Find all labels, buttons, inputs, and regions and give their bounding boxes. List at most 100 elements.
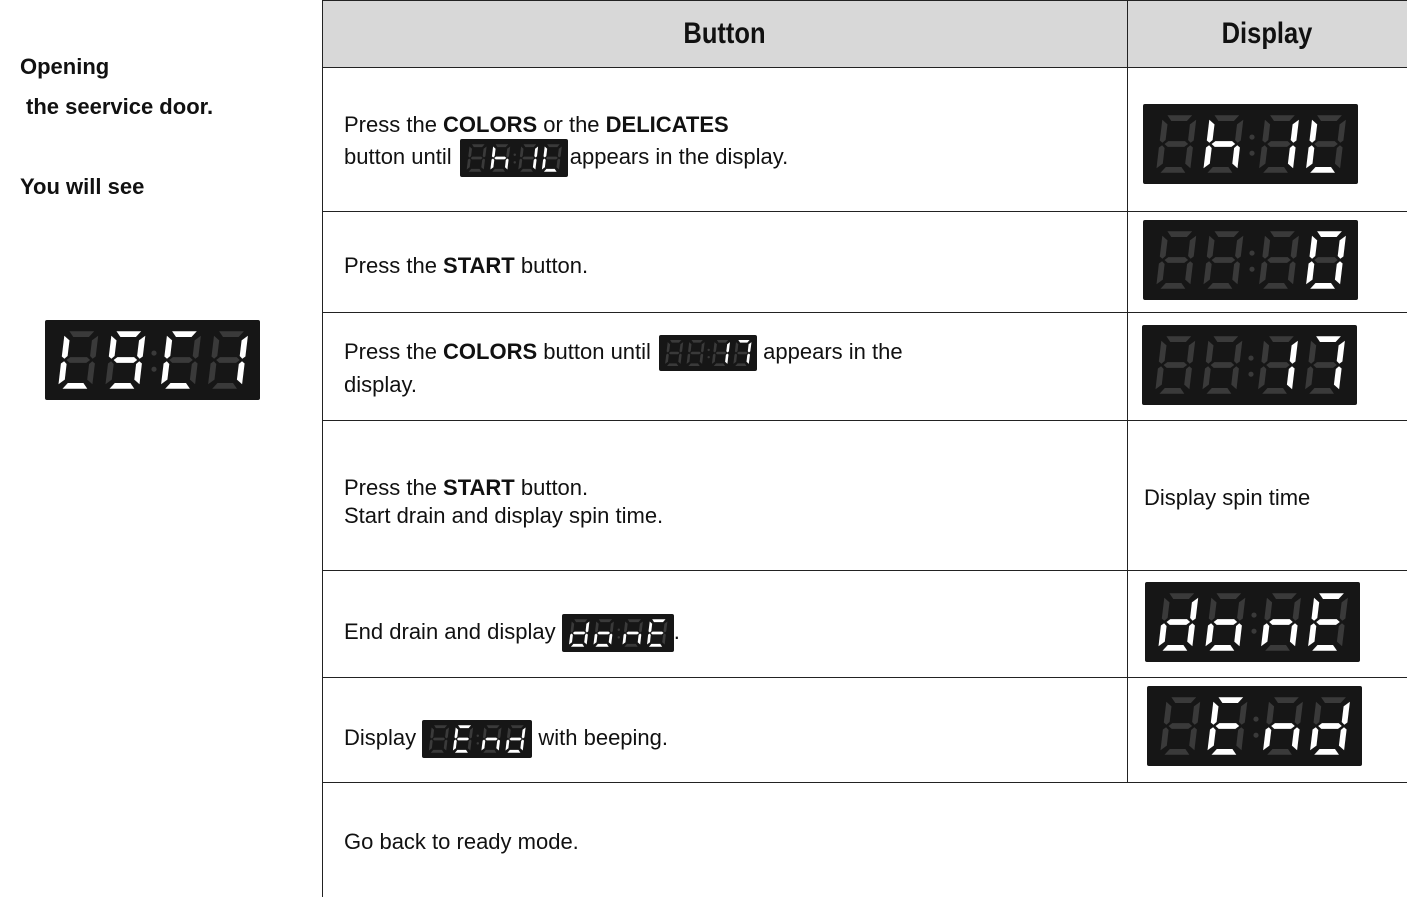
led-segment [108,335,117,359]
row-divider [322,677,1407,678]
led-segment [90,335,99,359]
led-segment [1207,283,1233,289]
led-segment [737,351,748,355]
led-segment [1336,340,1345,364]
led-segment [211,335,220,359]
led-segment [691,340,703,343]
led-segment [468,168,482,172]
led-segment [546,144,560,148]
led-segment [1206,235,1215,259]
led-colon-dot [151,350,157,356]
led-colon-dot [513,153,516,156]
colors-label: COLORS [443,112,538,137]
led-segment [495,144,509,148]
led-segment [429,739,433,751]
led-colon-dot [1248,371,1254,377]
led-segment [678,353,682,364]
led-display-17 [1142,325,1357,405]
led-segment [572,631,586,635]
led-segment [1203,261,1212,285]
led-colon-dot [707,348,710,352]
led-segment [746,353,751,364]
led-segment [1155,366,1164,390]
led-segment [497,727,502,739]
led-segment [1319,593,1344,599]
led-segment [457,737,470,741]
led-segment [1203,145,1212,169]
led-display-L9C1 [45,320,260,400]
led-segment [1317,115,1342,121]
led-segment [1188,119,1197,143]
led-segment [1239,701,1248,725]
led-segment [1232,145,1240,169]
led-segment [1156,261,1165,285]
led-segment [239,335,248,359]
led-segment [1235,235,1244,259]
inline-led-donE [561,614,674,652]
led-colon-dot [617,628,620,631]
led-segment [1309,388,1334,394]
led-segment [1334,145,1343,169]
led-segment [648,643,662,647]
led-segment [458,725,472,729]
led-segment [1156,145,1165,169]
led-segment [686,353,691,364]
led-segment [1341,701,1350,725]
led-segment [638,621,643,633]
led-segment [1308,340,1317,364]
led-segment [481,158,485,170]
led-segment [219,331,244,337]
led-segment [1209,645,1235,651]
led-segment [1236,727,1244,751]
led-segment [1210,362,1235,368]
led-segment [468,739,472,751]
led-segment [637,633,642,645]
inline-led-17 [659,335,758,371]
led-display-hILL [1143,104,1358,184]
led-digits [1158,593,1348,651]
led-colon-dot [1249,134,1255,140]
led-segment [1167,115,1193,121]
led-segment [492,168,505,172]
led-segment [543,168,557,172]
inline-led-End [422,720,533,758]
led-colon-dot [707,355,710,359]
row-6-text: with beeping. [532,724,669,750]
led-segment [192,335,201,359]
led-segment [1263,283,1288,289]
led-segment [1214,115,1240,121]
colors-label: COLORS [443,338,538,364]
led-segment [1291,727,1300,751]
led-segment [1305,366,1314,390]
inline-led-hILL [459,139,568,177]
led-segment [1168,723,1193,729]
led-segment [432,737,446,741]
led-segment [595,643,609,647]
led-segment [646,633,651,645]
led-segment [623,621,628,633]
led-segment [61,335,70,359]
led-segment [1264,597,1273,621]
row-3-text: Press the [344,338,444,364]
led-segment [1266,701,1275,725]
led-segment [1171,697,1197,703]
led-segment [510,725,524,729]
led-segment [468,146,472,158]
left-text-you-will-see: You will see [20,174,145,199]
led-segment [1206,388,1232,394]
led-segment [1266,362,1290,368]
led-segment [1160,727,1169,751]
led-segment [431,749,445,753]
led-segment [1184,366,1192,390]
row-6-instruction: Display with beeping. [344,720,668,758]
led-segment [483,749,497,753]
led-segment [1202,366,1211,390]
led-segment [1211,141,1236,147]
left-text-door: the seervice door. [26,94,214,119]
led-segment [521,156,535,160]
led-digits [1156,115,1346,173]
row-4-text: button. [514,475,589,500]
led-segment [713,363,726,366]
led-segment [1208,597,1217,621]
led-colon-dot [513,161,516,164]
